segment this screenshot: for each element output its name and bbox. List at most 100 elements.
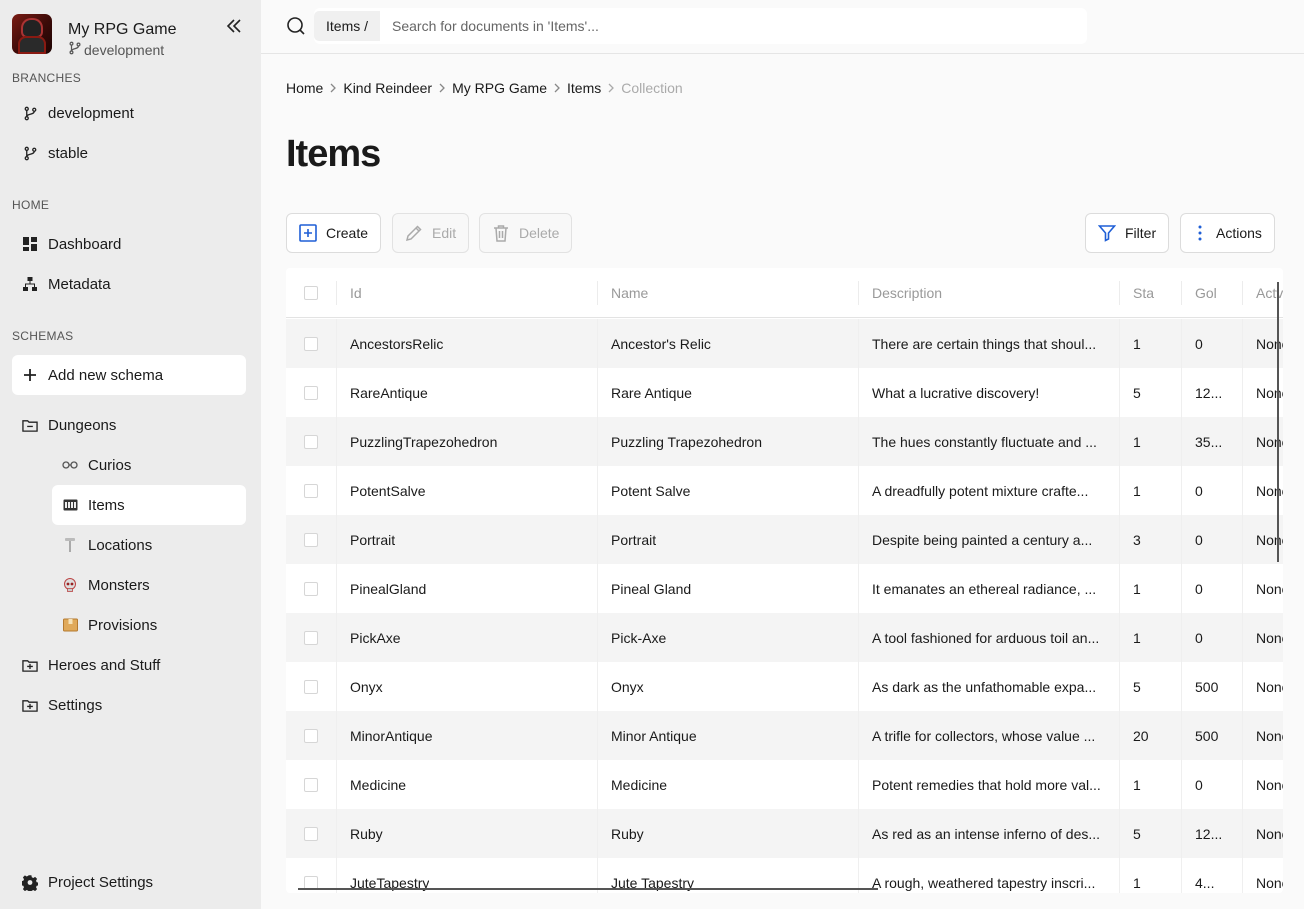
cell-name: Medicine (597, 760, 858, 809)
folder-settings[interactable]: Settings (12, 685, 246, 725)
row-checkbox[interactable] (304, 532, 318, 547)
table-row[interactable]: MinorAntique Minor Antique A trifle for co… (286, 711, 1283, 760)
project-settings-button[interactable]: Project Settings (12, 862, 246, 902)
branch-item-development[interactable]: development (12, 93, 246, 133)
column-header-id[interactable]: Id (336, 280, 597, 305)
collapse-sidebar-button[interactable] (222, 14, 246, 38)
cell-id: PuzzlingTrapezohedron (336, 417, 597, 466)
cell-gold: 0 (1181, 760, 1242, 809)
cell-description-text: There are certain things that shoul... (872, 335, 1097, 352)
cell-description-text: Potent remedies that hold more val... (872, 776, 1101, 793)
cell-gold: 500 (1181, 662, 1242, 711)
select-all-checkbox[interactable] (304, 285, 318, 300)
cell-stack-text: 5 (1133, 678, 1141, 695)
table-row[interactable]: PotentSalve Potent Salve A dreadfully pote… (286, 466, 1283, 515)
table-row[interactable]: PuzzlingTrapezohedron Puzzling Trapezohed… (286, 417, 1283, 466)
create-button-label: Create (326, 225, 369, 241)
row-checkbox[interactable] (304, 336, 318, 351)
pin-emoji-icon (62, 537, 78, 553)
branch-item-stable[interactable]: stable (12, 133, 246, 173)
table-row[interactable]: Ruby Ruby As red as an intense inferno of … (286, 809, 1283, 858)
column-header-stack[interactable]: Sta (1119, 280, 1181, 305)
branch-icon (68, 41, 82, 59)
sidebar-item-metadata[interactable]: Metadata (12, 264, 246, 304)
row-checkbox[interactable] (304, 777, 318, 792)
column-header-gold[interactable]: Gol (1181, 280, 1242, 305)
column-header-description[interactable]: Description (858, 280, 1119, 305)
row-checkbox[interactable] (304, 483, 318, 498)
cell-description: What a lucrative discovery! (858, 368, 1119, 417)
create-button[interactable]: Create (286, 213, 382, 253)
breadcrumb-items[interactable]: Items (567, 80, 601, 96)
cell-stack-text: 5 (1133, 825, 1141, 842)
package-emoji-icon (62, 617, 78, 633)
row-checkbox[interactable] (304, 679, 318, 694)
row-checkbox[interactable] (304, 581, 318, 596)
home-section-label: HOME (12, 198, 50, 212)
vertical-scrollbar[interactable] (1277, 282, 1279, 562)
table-row[interactable]: RareAntique Rare Antique What a lucrative … (286, 368, 1283, 417)
actions-button[interactable]: Actions (1180, 213, 1275, 253)
row-checkbox[interactable] (304, 826, 318, 841)
row-select-cell (286, 662, 336, 711)
row-checkbox[interactable] (304, 728, 318, 743)
breadcrumb-home[interactable]: Home (286, 80, 323, 96)
cell-stack: 1 (1119, 760, 1181, 809)
edit-button-label: Edit (432, 225, 457, 241)
schema-item-provisions[interactable]: Provisions (52, 605, 246, 645)
cell-description: Potent remedies that hold more val... (858, 760, 1119, 809)
horizontal-scrollbar[interactable] (298, 888, 878, 890)
cell-stack-text: 20 (1133, 727, 1149, 744)
edit-button[interactable]: Edit (392, 213, 470, 253)
schemas-section-label: SCHEMAS (12, 329, 74, 343)
cell-description: Despite being painted a century a... (858, 515, 1119, 564)
cell-gold: 12... (1181, 368, 1242, 417)
table-row[interactable]: PickAxe Pick-Axe A tool fashioned for ardu… (286, 613, 1283, 662)
cell-id: RareAntique (336, 368, 597, 417)
row-checkbox[interactable] (304, 434, 318, 449)
project-avatar (12, 14, 52, 54)
table-row[interactable]: Portrait Portrait Despite being painted a … (286, 515, 1283, 564)
cell-gold: 0 (1181, 466, 1242, 515)
schema-item-monsters[interactable]: Monsters (52, 565, 246, 605)
schema-item-locations[interactable]: Locations (52, 525, 246, 565)
filter-button[interactable]: Filter (1085, 213, 1170, 253)
cell-stack: 3 (1119, 515, 1181, 564)
cell-active: None (1242, 564, 1283, 613)
cell-stack: 1 (1119, 613, 1181, 662)
cell-active-text: None (1256, 825, 1283, 842)
cell-name-text: Minor Antique (611, 727, 697, 744)
trash-icon (492, 224, 510, 242)
cell-active-text: None (1256, 678, 1283, 695)
cell-description-text: A rough, weathered tapestry inscri... (872, 874, 1096, 891)
breadcrumb-organization[interactable]: Kind Reindeer (343, 80, 432, 96)
cell-description-text: A trifle for collectors, whose value ... (872, 727, 1096, 744)
project-switcher[interactable]: My RPG Game development (12, 14, 176, 58)
search-input[interactable] (392, 18, 993, 34)
search-icon[interactable] (286, 16, 306, 36)
schema-item-items[interactable]: Items (52, 485, 246, 525)
table-row[interactable]: AncestorsRelic Ancestor's Relic There are … (286, 319, 1283, 368)
cell-name-text: Rare Antique (611, 384, 692, 401)
cell-id: Medicine (336, 760, 597, 809)
delete-button[interactable]: Delete (479, 213, 573, 253)
row-checkbox[interactable] (304, 385, 318, 400)
folder-heroes-and-stuff[interactable]: Heroes and Stuff (12, 645, 246, 685)
schema-item-curios[interactable]: Curios (52, 445, 246, 485)
row-select-cell (286, 417, 336, 466)
cell-id-text: MinorAntique (350, 727, 433, 744)
table-row[interactable]: Medicine Medicine Potent remedies that hol… (286, 760, 1283, 809)
column-header-name[interactable]: Name (597, 280, 858, 305)
folder-dungeons[interactable]: Dungeons (12, 405, 246, 445)
breadcrumb: Home Kind Reindeer My RPG Game Items Col… (286, 79, 683, 97)
row-checkbox[interactable] (304, 630, 318, 645)
sidebar-item-dashboard[interactable]: Dashboard (12, 224, 246, 264)
breadcrumb-project[interactable]: My RPG Game (452, 80, 547, 96)
table-row[interactable]: Onyx Onyx As dark as the unfathomable expa… (286, 662, 1283, 711)
cell-gold-text: 0 (1195, 776, 1203, 793)
add-new-schema-button[interactable]: Add new schema (12, 355, 246, 395)
table-row[interactable]: PinealGland Pineal Gland It emanates an et… (286, 564, 1283, 613)
cell-active-text: None (1256, 874, 1283, 891)
search-scope-chip[interactable]: Items / (314, 11, 381, 41)
row-select-cell (286, 564, 336, 613)
